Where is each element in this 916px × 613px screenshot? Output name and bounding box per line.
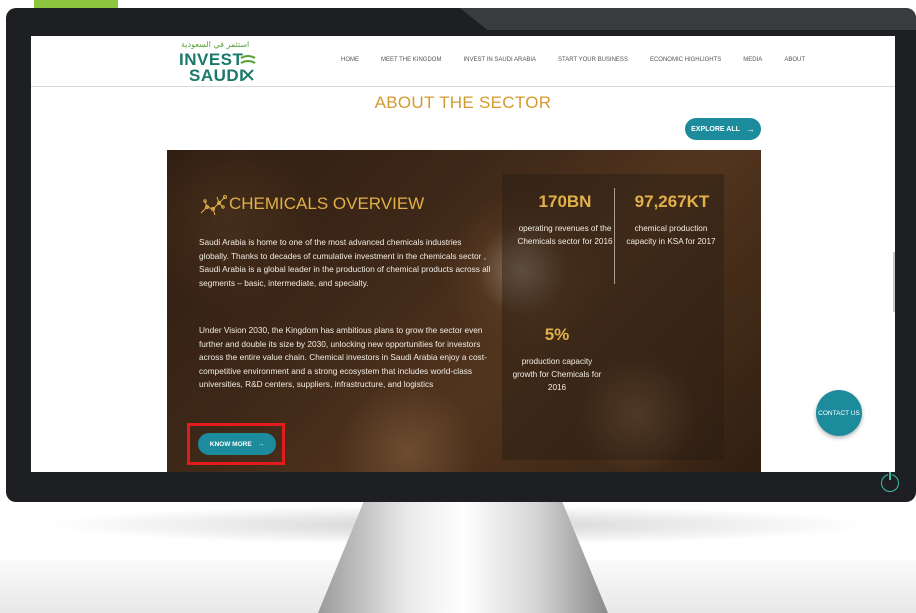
nav-item-meet-the-kingdom[interactable]: MEET THE KINGDOM	[381, 57, 441, 63]
highlight-box	[187, 423, 285, 465]
overview-paragraph-1: Saudi Arabia is home to one of the most …	[199, 237, 491, 288]
explore-all-label: EXPLORE ALL	[691, 125, 740, 133]
stat-label-capacity: chemical production capacity in KSA for …	[626, 224, 716, 246]
chemical-molecule-icon	[200, 195, 227, 216]
nav-item-start-your-business[interactable]: START YOUR BUSINESS	[558, 57, 628, 63]
stat-label-growth: production capacity growth for Chemicals…	[512, 357, 602, 392]
overview-paragraph-2: Under Vision 2030, the Kingdom has ambit…	[199, 325, 487, 389]
arrow-right-icon: →	[745, 124, 755, 134]
nav-item-economic-highlights[interactable]: ECONOMIC HIGHLIGHTS	[650, 57, 721, 63]
stats-box	[502, 174, 724, 460]
site-header: استثمر في السعودية INVEST SAUDI HOME MEE…	[31, 36, 895, 87]
nav-item-home[interactable]: HOME	[341, 57, 359, 63]
logo-mark-icon	[240, 55, 256, 81]
power-icon[interactable]	[881, 472, 899, 492]
monitor-gloss	[460, 8, 916, 30]
contact-us-button[interactable]: CONTACT US	[816, 390, 862, 436]
stat-value-revenues: 170BN	[538, 192, 592, 211]
section-title: ABOUT THE SECTOR	[374, 93, 552, 112]
logo-saudi-text: SAUDI	[189, 66, 245, 85]
logo-arabic-text: استثمر في السعودية	[181, 40, 250, 49]
scrollbar-thumb[interactable]	[893, 252, 895, 312]
explore-all-button[interactable]: EXPLORE ALL →	[685, 118, 761, 140]
main-nav: HOME MEET THE KINGDOM INVEST IN SAUDI AR…	[341, 57, 827, 63]
nav-item-invest-in-saudi-arabia[interactable]: INVEST IN SAUDI ARABIA	[463, 57, 536, 63]
screen: استثمر في السعودية INVEST SAUDI HOME MEE…	[31, 36, 895, 472]
stat-divider	[614, 188, 615, 284]
monitor-stand	[318, 500, 608, 613]
stat-value-capacity: 97,267KT	[634, 192, 710, 211]
nav-item-media[interactable]: MEDIA	[743, 57, 762, 63]
stat-label-revenues: operating revenues of the Chemicals sect…	[517, 224, 613, 246]
nav-item-about[interactable]: ABOUT	[784, 57, 805, 63]
chemicals-overview-panel: CHEMICALS OVERVIEW Saudi Arabia is home …	[167, 150, 761, 472]
stat-value-growth: 5%	[544, 325, 570, 344]
overview-title: CHEMICALS OVERVIEW	[229, 194, 425, 213]
invest-saudi-logo[interactable]: استثمر في السعودية INVEST SAUDI	[179, 40, 259, 85]
